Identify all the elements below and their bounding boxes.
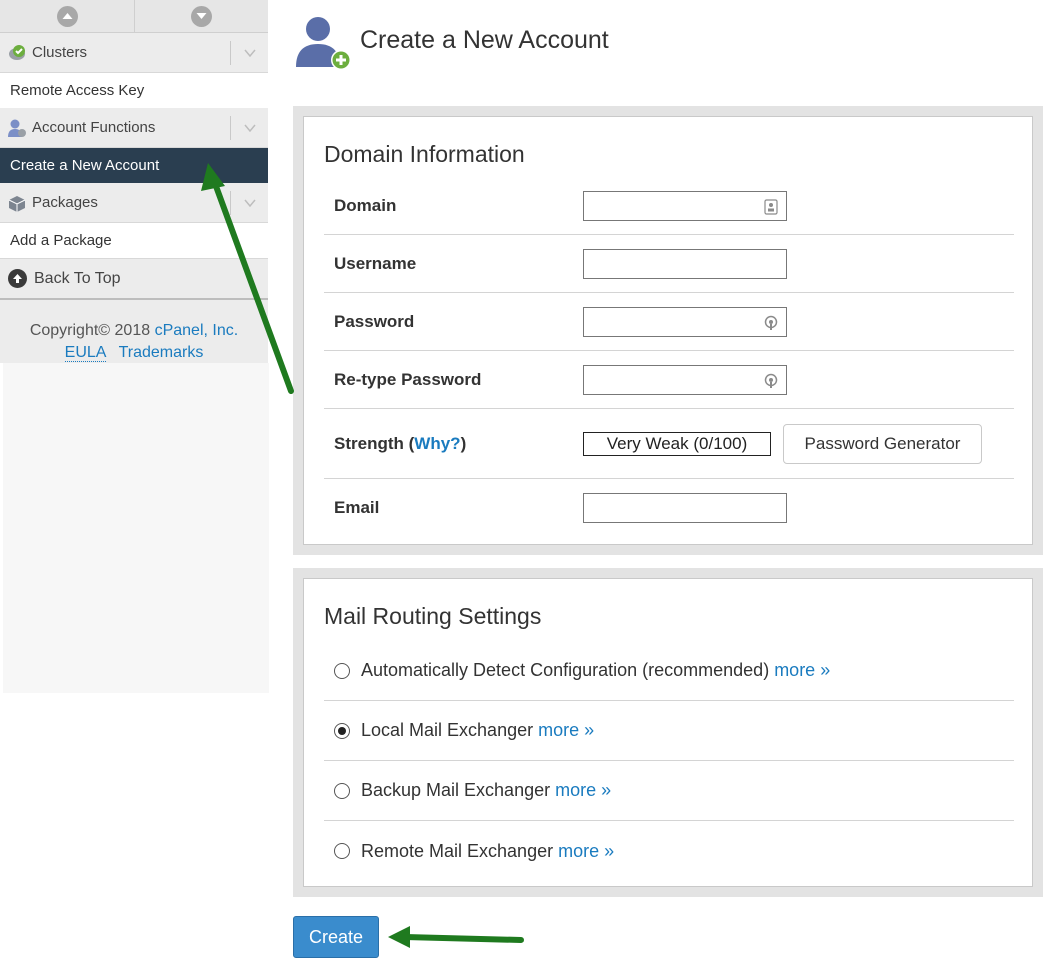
scroll-up-button[interactable] bbox=[0, 0, 134, 32]
account-functions-icon bbox=[7, 118, 27, 138]
sidebar-footer: Copyright© 2018 cPanel, Inc. EULA Tradem… bbox=[0, 300, 268, 363]
create-button[interactable]: Create bbox=[293, 916, 379, 958]
more-link[interactable]: more » bbox=[555, 780, 611, 801]
key-icon bbox=[764, 315, 778, 330]
domain-row: Domain bbox=[324, 177, 1014, 235]
mail-option-label: Local Mail Exchanger bbox=[361, 720, 534, 740]
contact-card-icon bbox=[764, 198, 778, 215]
eula-link[interactable]: EULA bbox=[64, 344, 107, 362]
strength-label-close: ) bbox=[460, 433, 467, 453]
username-label: Username bbox=[334, 253, 417, 273]
chevron-down-icon[interactable] bbox=[230, 41, 268, 65]
trademarks-link[interactable]: Trademarks bbox=[119, 344, 204, 361]
more-link[interactable]: more » bbox=[774, 660, 830, 681]
retype-password-input[interactable] bbox=[584, 365, 786, 394]
copyright-text: Copyright© 2018 bbox=[29, 322, 151, 339]
email-field-wrapper bbox=[583, 493, 787, 523]
email-input[interactable] bbox=[584, 494, 786, 522]
mail-routing-panel: Mail Routing Settings Automatically Dete… bbox=[293, 568, 1043, 897]
email-label: Email bbox=[334, 498, 380, 517]
more-link[interactable]: more » bbox=[558, 841, 614, 862]
sidebar-category-label: Packages bbox=[32, 194, 98, 211]
sidebar: Clusters Remote Access Key Account Funct… bbox=[0, 0, 269, 969]
mail-option-local[interactable]: Local Mail Exchanger more » bbox=[324, 701, 1014, 761]
strength-label-text: Strength ( bbox=[334, 433, 415, 453]
mail-option-radio[interactable] bbox=[334, 782, 350, 799]
username-row: Username bbox=[324, 235, 1014, 293]
retype-password-field-wrapper bbox=[583, 364, 787, 395]
radio-dot bbox=[338, 726, 346, 735]
chevron-down-icon bbox=[191, 5, 212, 27]
strength-label: Strength (Why?) bbox=[324, 434, 583, 454]
sidebar-empty-area bbox=[3, 363, 269, 693]
page-title: Create a New Account bbox=[360, 25, 609, 54]
mail-routing-body: Mail Routing Settings Automatically Dete… bbox=[303, 578, 1033, 887]
sidebar-category-label: Clusters bbox=[32, 44, 88, 61]
mail-option-backup[interactable]: Backup Mail Exchanger more » bbox=[324, 761, 1014, 821]
back-to-top-button[interactable]: Back To Top bbox=[0, 258, 268, 300]
clusters-icon bbox=[7, 43, 27, 63]
footer-links: EULA Trademarks bbox=[0, 342, 268, 364]
domain-information-body: Domain Information Domain Username Passw… bbox=[303, 116, 1033, 545]
why-link[interactable]: Why? bbox=[414, 434, 460, 453]
copyright-line: Copyright© 2018 cPanel, Inc. bbox=[0, 320, 268, 342]
domain-label: Domain bbox=[334, 195, 397, 215]
chevron-down-icon[interactable] bbox=[230, 191, 268, 215]
add-user-icon bbox=[294, 13, 352, 76]
mail-option-radio[interactable] bbox=[334, 843, 350, 859]
mail-option-auto[interactable]: Automatically Detect Configuration (reco… bbox=[324, 641, 1014, 701]
chevron-down-icon[interactable] bbox=[230, 116, 268, 140]
retype-password-label: Re-type Password bbox=[334, 369, 482, 389]
domain-information-panel: Domain Information Domain Username Passw… bbox=[293, 106, 1043, 555]
key-icon bbox=[764, 373, 778, 388]
strength-meter: Very Weak (0/100) bbox=[583, 431, 771, 456]
domain-information-title: Domain Information bbox=[324, 141, 525, 167]
mail-option-label: Automatically Detect Configuration (reco… bbox=[361, 660, 770, 680]
arrow-up-icon bbox=[8, 269, 27, 288]
page-header: Create a New Account bbox=[294, 14, 609, 74]
mail-routing-options: Automatically Detect Configuration (reco… bbox=[324, 641, 1014, 881]
password-input[interactable] bbox=[584, 307, 786, 336]
username-input[interactable] bbox=[584, 249, 786, 278]
mail-option-label: Backup Mail Exchanger bbox=[361, 780, 551, 800]
email-row: Email bbox=[324, 479, 1014, 537]
scroll-down-button[interactable] bbox=[134, 0, 268, 32]
sidebar-item-create-new-account[interactable]: Create a New Account bbox=[0, 148, 268, 183]
chevron-up-icon bbox=[56, 5, 78, 27]
mail-routing-title: Mail Routing Settings bbox=[324, 603, 542, 629]
mail-option-remote[interactable]: Remote Mail Exchanger more » bbox=[324, 821, 1014, 881]
sidebar-category-account-functions[interactable]: Account Functions bbox=[0, 108, 268, 148]
more-link[interactable]: more » bbox=[538, 720, 594, 741]
cpanel-link[interactable]: cPanel, Inc. bbox=[155, 322, 239, 339]
sidebar-category-label: Account Functions bbox=[32, 119, 156, 136]
sidebar-scroll-controls bbox=[0, 0, 268, 33]
password-label: Password bbox=[334, 311, 415, 331]
domain-field-wrapper bbox=[583, 190, 787, 221]
mail-option-radio[interactable] bbox=[334, 722, 350, 739]
sidebar-item-add-package[interactable]: Add a Package bbox=[0, 223, 268, 258]
password-field-wrapper bbox=[583, 306, 787, 337]
sidebar-item-remote-access-key[interactable]: Remote Access Key bbox=[0, 73, 268, 108]
mail-option-label: Remote Mail Exchanger bbox=[361, 840, 554, 861]
mail-option-radio[interactable] bbox=[334, 662, 350, 679]
packages-icon bbox=[7, 193, 27, 213]
domain-input[interactable] bbox=[584, 191, 786, 220]
username-field-wrapper bbox=[583, 248, 787, 279]
strength-row: Strength (Why?) Very Weak (0/100) Passwo… bbox=[324, 409, 1014, 479]
password-row: Password bbox=[324, 293, 1014, 351]
sidebar-category-packages[interactable]: Packages bbox=[0, 183, 268, 223]
password-generator-button[interactable]: Password Generator bbox=[783, 423, 982, 464]
sidebar-category-clusters[interactable]: Clusters bbox=[0, 33, 268, 73]
annotation-arrow-create bbox=[388, 926, 524, 948]
back-to-top-label: Back To Top bbox=[34, 269, 121, 287]
retype-password-row: Re-type Password bbox=[324, 351, 1014, 409]
